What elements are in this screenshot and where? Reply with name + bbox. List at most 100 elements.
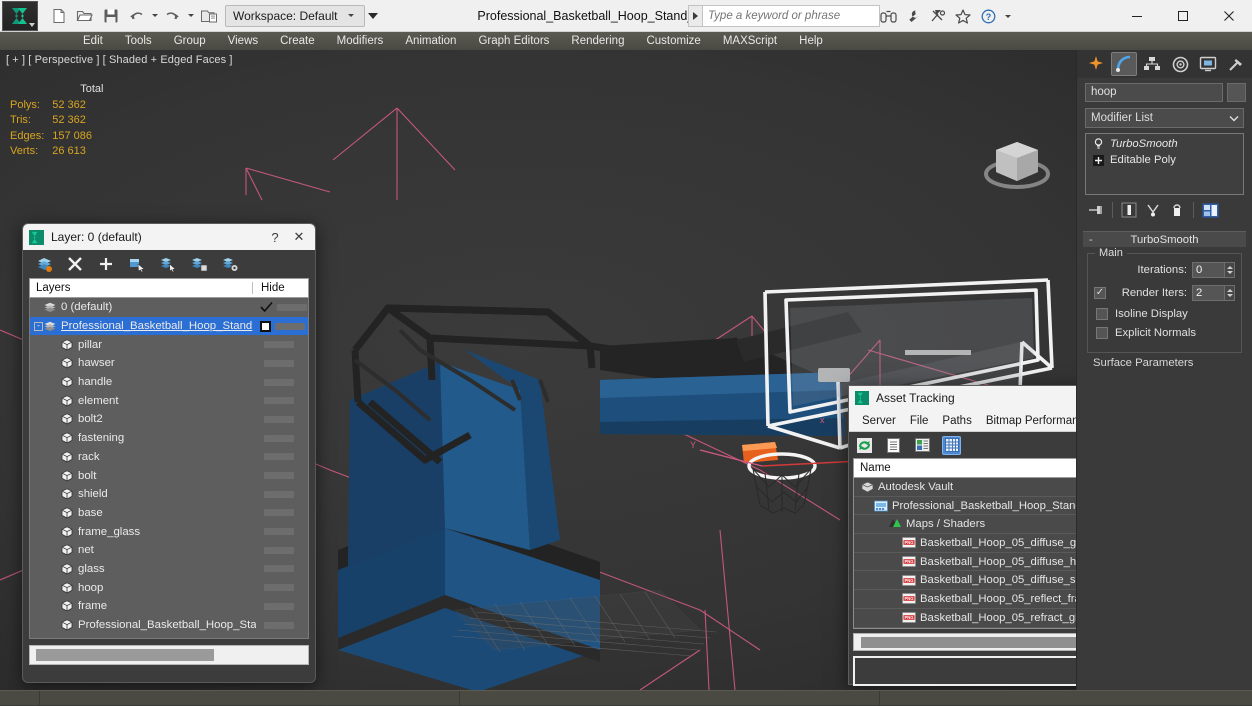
layer-dialog-title-bar[interactable]: Layer: 0 (default) ? ✕ xyxy=(23,224,315,250)
layer-hide-cell[interactable] xyxy=(256,434,308,442)
hierarchy-tab[interactable] xyxy=(1139,52,1165,76)
search-expand-button[interactable] xyxy=(688,5,702,27)
menu-item-tools[interactable]: Tools xyxy=(114,32,163,50)
modifier-stack[interactable]: TurboSmooth Editable Poly xyxy=(1085,133,1244,195)
modify-tab[interactable] xyxy=(1111,52,1137,76)
layer-hide-cell[interactable] xyxy=(256,397,308,405)
save-file-button[interactable] xyxy=(98,4,123,28)
layer-row[interactable]: rack xyxy=(30,448,308,467)
utilities-tab[interactable] xyxy=(1223,52,1249,76)
thumbnail-view-button[interactable] xyxy=(913,436,932,455)
layer-dialog[interactable]: Layer: 0 (default) ? ✕ Layers Hide 0 (de… xyxy=(22,223,316,683)
layer-hide-cell[interactable] xyxy=(256,378,308,386)
layer-row[interactable]: glass xyxy=(30,560,308,579)
iterations-stepper[interactable] xyxy=(1225,262,1235,278)
app-logo-button[interactable] xyxy=(2,0,38,31)
help-button[interactable]: ? xyxy=(978,5,998,27)
isoline-display-row[interactable]: Isoline Display xyxy=(1094,308,1235,320)
layer-hide-cell[interactable] xyxy=(256,415,308,423)
help-dropdown-button[interactable] xyxy=(1003,4,1012,28)
favorites-button[interactable] xyxy=(953,5,973,27)
refresh-button[interactable] xyxy=(855,436,874,455)
menu-item-help[interactable]: Help xyxy=(788,32,834,50)
layer-row[interactable]: fastening xyxy=(30,429,308,448)
close-button[interactable] xyxy=(1206,0,1252,32)
layer-hide-cell[interactable] xyxy=(256,341,308,349)
menu-item-graph-editors[interactable]: Graph Editors xyxy=(467,32,560,50)
layer-hide-cell[interactable] xyxy=(256,301,308,313)
layer-hide-cell[interactable] xyxy=(256,621,308,629)
iterations-value[interactable]: 0 xyxy=(1192,262,1225,278)
workspace-selector[interactable]: Workspace: Default xyxy=(225,4,365,27)
iterations-spinner[interactable]: 0 xyxy=(1192,262,1235,278)
layer-hide-cell[interactable] xyxy=(256,472,308,480)
layer-row[interactable]: frame_glass xyxy=(30,522,308,541)
select-highlighted-objects-button[interactable] xyxy=(159,255,177,273)
render-iters-stepper[interactable] xyxy=(1225,285,1235,301)
layer-dialog-close-button[interactable]: ✕ xyxy=(287,225,311,249)
layer-hide-cell[interactable] xyxy=(256,509,308,517)
layer-properties-button[interactable] xyxy=(221,255,239,273)
layer-hide-cell[interactable] xyxy=(256,359,308,367)
project-folder-button[interactable] xyxy=(196,4,221,28)
layer-hide-cell[interactable] xyxy=(256,490,308,498)
redo-button[interactable] xyxy=(160,4,185,28)
menu-item-rendering[interactable]: Rendering xyxy=(560,32,635,50)
object-name-field[interactable]: hoop xyxy=(1085,83,1223,102)
list-view-button[interactable] xyxy=(884,436,903,455)
menu-item-group[interactable]: Group xyxy=(163,32,217,50)
display-tab[interactable] xyxy=(1195,52,1221,76)
object-color-swatch[interactable] xyxy=(1227,83,1246,102)
explicit-normals-checkbox[interactable] xyxy=(1096,327,1108,339)
configure-modifier-sets-button[interactable] xyxy=(1199,200,1221,220)
maximize-button[interactable] xyxy=(1160,0,1206,32)
add-selection-to-layer-button[interactable] xyxy=(97,255,115,273)
motion-tab[interactable] xyxy=(1167,52,1193,76)
explicit-normals-row[interactable]: Explicit Normals xyxy=(1094,327,1235,339)
layer-row[interactable]: base xyxy=(30,504,308,523)
modifier-stack-item-turbosmooth[interactable]: TurboSmooth xyxy=(1086,136,1243,152)
layer-hide-cell[interactable] xyxy=(256,584,308,592)
render-iters-checkbox[interactable] xyxy=(1094,287,1106,299)
layer-row[interactable]: handle xyxy=(30,373,308,392)
create-tab[interactable] xyxy=(1083,52,1109,76)
layer-scroll-thumb[interactable] xyxy=(36,649,214,661)
layer-row[interactable]: - Professional_Basketball_Hoop_Stand xyxy=(30,316,308,336)
layer-horizontal-scrollbar[interactable] xyxy=(29,645,309,665)
asset-menu-paths[interactable]: Paths xyxy=(935,410,978,432)
render-iters-value[interactable]: 2 xyxy=(1192,285,1225,301)
modifier-list-dropdown[interactable]: Modifier List xyxy=(1085,108,1244,128)
layer-hide-cell[interactable] xyxy=(256,528,308,536)
layer-row[interactable]: shield xyxy=(30,485,308,504)
redo-dropdown-button[interactable] xyxy=(186,4,195,28)
layer-list[interactable]: 0 (default) - Professional_Basketball_Hoo… xyxy=(29,298,309,639)
hide-checkbox[interactable] xyxy=(260,320,271,332)
menu-item-modifiers[interactable]: Modifiers xyxy=(326,32,395,50)
search-input[interactable] xyxy=(702,5,880,27)
new-file-button[interactable] xyxy=(46,4,71,28)
isoline-display-checkbox[interactable] xyxy=(1096,308,1108,320)
menu-item-views[interactable]: Views xyxy=(217,32,269,50)
layer-hide-cell[interactable] xyxy=(256,320,308,332)
open-file-button[interactable] xyxy=(72,4,97,28)
layer-hide-cell[interactable] xyxy=(256,565,308,573)
layer-hide-cell[interactable] xyxy=(256,546,308,554)
make-unique-button[interactable] xyxy=(1142,200,1164,220)
view-cube[interactable] xyxy=(978,128,1056,200)
modifier-stack-item-editable-poly[interactable]: Editable Poly xyxy=(1086,152,1243,168)
menu-item-maxscript[interactable]: MAXScript xyxy=(712,32,788,50)
remove-modifier-button[interactable] xyxy=(1166,200,1188,220)
undo-button[interactable] xyxy=(124,4,149,28)
asset-scroll-thumb[interactable] xyxy=(861,636,1092,648)
pin-stack-button[interactable] xyxy=(1085,200,1107,220)
layer-dialog-help-button[interactable]: ? xyxy=(263,225,287,249)
layer-expander-icon[interactable]: - xyxy=(34,321,43,331)
layer-row[interactable]: 0 (default) xyxy=(30,298,308,317)
layer-hide-cell[interactable] xyxy=(256,453,308,461)
minimize-button[interactable] xyxy=(1114,0,1160,32)
create-new-layer-button[interactable] xyxy=(35,255,53,273)
layer-row[interactable]: pillar xyxy=(30,335,308,354)
layer-row[interactable]: net xyxy=(30,541,308,560)
satellite-button[interactable] xyxy=(928,5,948,27)
layer-hide-cell[interactable] xyxy=(256,602,308,610)
